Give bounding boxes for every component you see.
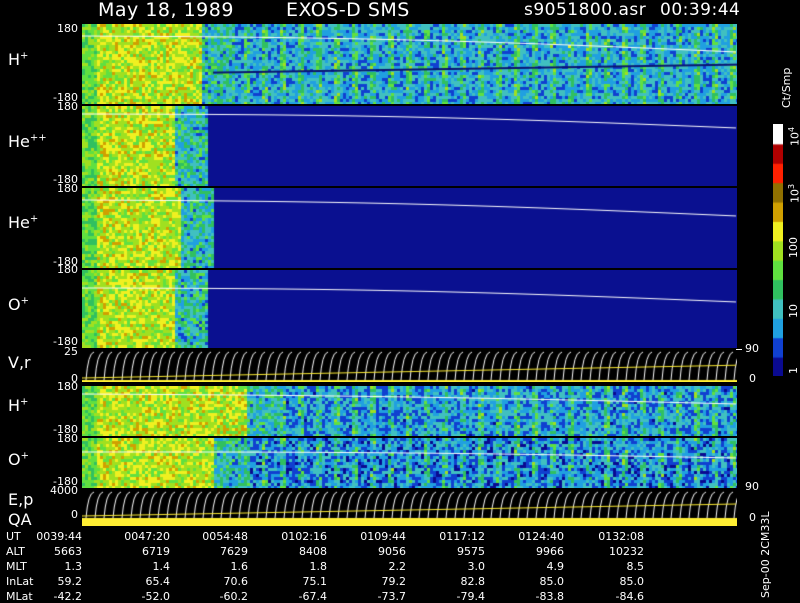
y-tick-label: 180: [57, 100, 78, 113]
panel-label: He+: [8, 213, 39, 232]
table-cell: 0109:44: [360, 530, 406, 543]
table-cell: 5663: [54, 545, 82, 558]
spectrogram-canvas: [82, 270, 737, 348]
table-cell: 4.9: [546, 560, 565, 573]
table-cell: -84.6: [615, 590, 644, 603]
y-tick-label: 25: [64, 345, 78, 358]
y-tick-label: 180: [57, 432, 78, 445]
plot-date: May 18, 1989: [98, 0, 234, 21]
colorbar-tick: 103: [787, 183, 800, 203]
y-tick-label: 180: [57, 22, 78, 35]
panel-label: O+: [8, 450, 29, 469]
table-cell: -52.0: [141, 590, 170, 603]
panel-he-plus-plus: [82, 106, 737, 186]
right-tick-label: 90: [745, 342, 759, 355]
colorbar: [773, 124, 783, 376]
right-tick-label: 90: [745, 480, 759, 493]
panel-label: H+: [8, 50, 29, 69]
spectrogram-canvas: [82, 386, 737, 436]
y-tick-label: 180: [57, 263, 78, 276]
panel-vr: [82, 350, 737, 382]
table-cell: 82.8: [460, 575, 486, 588]
colorbar-tick: 104: [787, 126, 800, 146]
spectrogram-canvas: [82, 188, 737, 268]
panel-o-plus-bottom: [82, 438, 737, 488]
table-cell: 9966: [536, 545, 564, 558]
table-cell: 8.5: [626, 560, 645, 573]
panel-he-plus: [82, 188, 737, 268]
colorbar-tick: 10: [787, 304, 800, 318]
colorbar-tick: 1: [787, 367, 800, 374]
panel-label: E,p: [8, 490, 34, 509]
row-label: UT: [6, 530, 21, 543]
table-cell: 7629: [220, 545, 248, 558]
table-cell: 70.6: [223, 575, 249, 588]
table-cell: 79.2: [381, 575, 407, 588]
y-tick-label: 180: [57, 380, 78, 393]
row-label: MLat: [6, 590, 33, 603]
table-cell: -42.2: [53, 590, 82, 603]
file-name: s9051800.asr: [524, 0, 647, 20]
plot-time: 00:39:44: [660, 0, 741, 20]
panel-label: H+: [8, 396, 29, 415]
table-cell: 75.1: [302, 575, 328, 588]
table-cell: 2.2: [388, 560, 407, 573]
table-cell: 0047:20: [124, 530, 170, 543]
right-axis-tick: [736, 349, 742, 350]
table-cell: 1.8: [309, 560, 328, 573]
row-label: MLT: [6, 560, 27, 573]
vr-canvas: [82, 350, 737, 382]
table-cell: -73.7: [377, 590, 406, 603]
colorbar-tick: 100: [787, 237, 800, 258]
table-cell: 3.0: [467, 560, 486, 573]
table-cell: 0132:08: [598, 530, 644, 543]
instrument-title: EXOS-D SMS: [286, 0, 410, 21]
table-cell: 1.3: [64, 560, 83, 573]
footer-note: Sep-00 2CM33L: [759, 511, 772, 599]
table-cell: 0102:16: [281, 530, 327, 543]
table-cell: 1.6: [230, 560, 249, 573]
row-label: ALT: [6, 545, 25, 558]
table-cell: 9575: [457, 545, 485, 558]
panel-h-plus-bottom: [82, 386, 737, 436]
right-tick-label: 0: [749, 511, 756, 524]
qa-label: QA: [8, 510, 32, 529]
y-tick-label: 0: [71, 508, 78, 521]
table-cell: 85.0: [619, 575, 645, 588]
panel-ep: [82, 490, 737, 520]
ep-canvas: [82, 490, 737, 520]
spectrogram-canvas: [82, 106, 737, 186]
table-cell: 9056: [378, 545, 406, 558]
y-tick-label: 4000: [50, 484, 78, 497]
panel-o-plus-top: [82, 270, 737, 348]
table-cell: 6719: [142, 545, 170, 558]
qa-bar: [82, 520, 737, 526]
table-cell: 0054:48: [202, 530, 248, 543]
table-cell: 10232: [609, 545, 644, 558]
table-cell: -79.4: [456, 590, 485, 603]
panel-label: O+: [8, 295, 29, 314]
table-cell: -83.8: [535, 590, 564, 603]
table-cell: -60.2: [219, 590, 248, 603]
right-tick-label: 0: [749, 372, 756, 385]
table-cell: -67.4: [298, 590, 327, 603]
table-cell: 0039:44: [36, 530, 82, 543]
table-cell: 0117:12: [439, 530, 485, 543]
table-cell: 65.4: [145, 575, 171, 588]
colorbar-unit: Ct/Smp: [780, 67, 793, 108]
table-cell: 1.4: [152, 560, 171, 573]
table-cell: 0124:40: [518, 530, 564, 543]
panel-h-plus-top: [82, 24, 737, 104]
panel-label: He++: [8, 132, 47, 151]
table-cell: 59.2: [57, 575, 83, 588]
panel-label: V,r: [8, 353, 31, 372]
y-tick-label: 180: [57, 182, 78, 195]
table-cell: 8408: [299, 545, 327, 558]
table-cell: 85.0: [539, 575, 565, 588]
spectrogram-canvas: [82, 24, 737, 104]
spectrogram-canvas: [82, 438, 737, 488]
